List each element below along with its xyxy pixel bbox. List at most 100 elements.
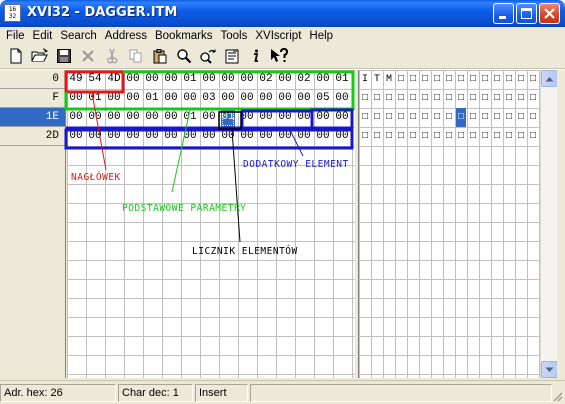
text-cell[interactable]: □ — [408, 108, 418, 127]
open-button[interactable] — [28, 45, 52, 67]
text-cell[interactable]: □ — [432, 89, 442, 108]
text-cell[interactable]: □ — [480, 127, 490, 146]
text-cell[interactable]: □ — [480, 108, 490, 127]
save-button[interactable] — [52, 45, 76, 67]
text-cell[interactable]: □ — [372, 108, 382, 127]
hex-cell[interactable]: 00 — [297, 108, 311, 127]
text-cell[interactable]: □ — [492, 89, 502, 108]
text-cell[interactable]: □ — [396, 108, 406, 127]
text-cell[interactable]: M — [384, 70, 394, 89]
find-button[interactable] — [172, 45, 196, 67]
text-cell[interactable]: □ — [360, 108, 370, 127]
text-cell[interactable]: □ — [408, 70, 418, 89]
text-cell[interactable]: □ — [408, 89, 418, 108]
context-help-button[interactable] — [268, 45, 292, 67]
hex-pane[interactable]: 49 54 4D 00 00 00 01 00 00 00 02 00 02 00 01 00 01 00 00 01… — [67, 70, 355, 378]
maximize-button[interactable] — [516, 3, 537, 24]
text-cell[interactable]: □ — [420, 108, 430, 127]
hex-cell[interactable]: 00 — [88, 108, 102, 127]
text-cell[interactable]: □ — [516, 108, 526, 127]
properties-button[interactable] — [220, 45, 244, 67]
hex-cell[interactable]: 00 — [278, 89, 292, 108]
text-cell[interactable]: □ — [480, 70, 490, 89]
text-cell[interactable]: □ — [528, 127, 538, 146]
hex-cell[interactable]: 00 — [221, 89, 235, 108]
hex-cell[interactable]: 01 — [145, 89, 159, 108]
new-file-button[interactable] — [4, 45, 28, 67]
hex-cell[interactable]: 4D — [107, 70, 121, 89]
hex-cell[interactable]: 00 — [69, 89, 83, 108]
text-cell[interactable]: □ — [384, 108, 394, 127]
text-cell[interactable]: □ — [444, 70, 454, 89]
text-cell[interactable]: □ — [516, 89, 526, 108]
hex-cell[interactable]: 00 — [164, 70, 178, 89]
hex-cell[interactable]: 02 — [297, 70, 311, 89]
hex-cell[interactable]: 00 — [69, 127, 83, 146]
hex-cell[interactable]: 00 — [278, 108, 292, 127]
text-cell[interactable]: □ — [516, 127, 526, 146]
hex-cell[interactable]: 03 — [202, 89, 216, 108]
hex-cell[interactable]: 00 — [107, 108, 121, 127]
text-cell[interactable]: □ — [372, 127, 382, 146]
text-cell[interactable]: □ — [444, 89, 454, 108]
text-cell[interactable]: □ — [492, 108, 502, 127]
replace-button[interactable] — [196, 45, 220, 67]
hex-cell[interactable]: 00 — [297, 127, 311, 146]
hex-cell[interactable]: 00 — [316, 70, 330, 89]
hex-cell[interactable]: 00 — [335, 127, 349, 146]
hex-cell[interactable]: 00 — [278, 127, 292, 146]
hex-cell[interactable]: 49 — [69, 70, 83, 89]
text-cell[interactable]: □ — [468, 70, 478, 89]
text-cell[interactable]: □ — [360, 89, 370, 108]
text-cell[interactable]: □ — [492, 127, 502, 146]
hex-cell[interactable]: 02 — [259, 70, 273, 89]
text-cell[interactable]: □ — [480, 89, 490, 108]
text-cursor-cell[interactable]: □ — [456, 108, 466, 127]
text-cell[interactable]: □ — [468, 108, 478, 127]
hex-cell[interactable]: 00 — [88, 127, 102, 146]
text-cell[interactable]: □ — [504, 70, 514, 89]
text-cell[interactable]: □ — [528, 108, 538, 127]
menu-file[interactable]: File — [2, 30, 29, 42]
text-cell[interactable]: □ — [396, 89, 406, 108]
hex-cell[interactable]: 00 — [145, 70, 159, 89]
hex-cell[interactable]: 00 — [259, 89, 273, 108]
menu-tools[interactable]: Tools — [217, 30, 252, 42]
address-row[interactable]: 0 — [0, 70, 65, 89]
text-cell[interactable]: □ — [384, 89, 394, 108]
resize-grip-icon[interactable] — [551, 390, 563, 402]
text-cell[interactable]: □ — [468, 127, 478, 146]
vertical-scrollbar[interactable] — [540, 70, 558, 378]
hex-cell[interactable]: 00 — [316, 127, 330, 146]
text-cell[interactable]: □ — [504, 89, 514, 108]
hex-cell[interactable]: 00 — [240, 108, 254, 127]
text-cell[interactable]: □ — [444, 108, 454, 127]
scroll-up-button[interactable] — [541, 70, 558, 87]
text-cell[interactable]: □ — [396, 127, 406, 146]
text-cell[interactable]: □ — [408, 127, 418, 146]
text-cell[interactable]: □ — [432, 127, 442, 146]
delete-button[interactable] — [76, 45, 100, 67]
hex-cell[interactable]: 00 — [107, 89, 121, 108]
hex-cell[interactable]: 00 — [145, 127, 159, 146]
hex-cell[interactable]: 54 — [88, 70, 102, 89]
hex-cell[interactable]: 01 — [335, 70, 349, 89]
hex-cell[interactable]: 00 — [126, 108, 140, 127]
address-row[interactable]: F — [0, 89, 65, 108]
hex-cell[interactable]: 00 — [240, 89, 254, 108]
text-cell[interactable]: □ — [396, 70, 406, 89]
address-row[interactable]: 2D — [0, 127, 65, 146]
text-cell[interactable]: □ — [384, 127, 394, 146]
text-cell[interactable]: □ — [516, 70, 526, 89]
hex-cell[interactable]: 05 — [316, 89, 330, 108]
text-cell[interactable]: □ — [444, 127, 454, 146]
hex-cell[interactable]: 00 — [164, 89, 178, 108]
menu-bookmarks[interactable]: Bookmarks — [151, 30, 217, 42]
text-pane[interactable]: I T M □ □ □ □ □ □ □ □ □ □ □ □ □ □ □ □ □ □ □ □ □ □ □ □ □ □ □ □ □ □ □ □ □ □ □ □ □… — [358, 70, 541, 378]
text-cell[interactable]: □ — [432, 108, 442, 127]
hex-cell[interactable]: 00 — [335, 89, 349, 108]
hex-cell[interactable]: 00 — [126, 70, 140, 89]
text-cell[interactable]: □ — [468, 89, 478, 108]
hex-cell[interactable]: 00 — [240, 70, 254, 89]
text-cell[interactable]: □ — [360, 127, 370, 146]
